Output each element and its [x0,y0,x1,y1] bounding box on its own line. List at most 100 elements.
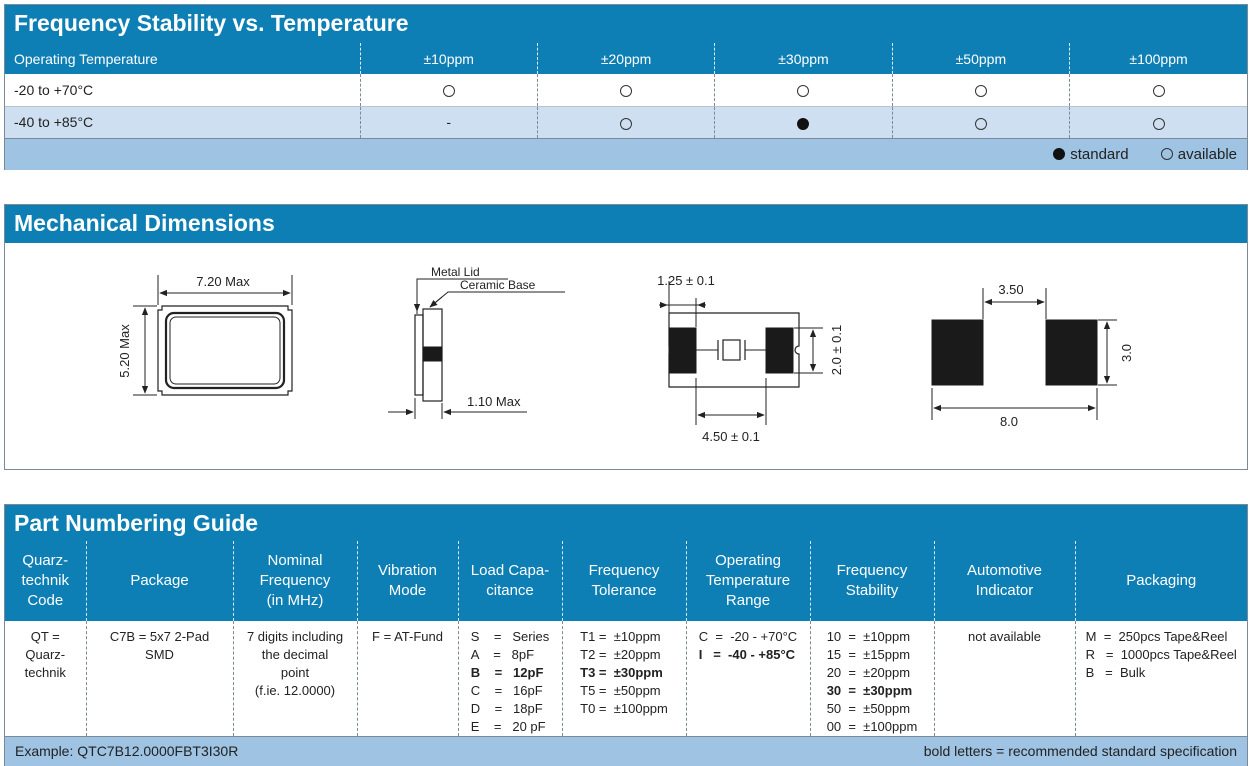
filled-circle-icon [1053,148,1066,161]
option-line: E = 20 pF [470,719,546,734]
option-line: Quarz- [25,647,66,662]
filled-circle-icon [797,117,810,130]
part-column-options: 10 = ±10ppm 15 = ±15ppm 20 = ±20ppm 30 = ±3… [809,621,934,736]
part-column-header: Load Capa-citance [457,541,562,621]
part-column-header-line: Tolerance [591,582,657,599]
mechanical-title: Mechanical Dimensions [5,205,1247,243]
part-numbering-table: Quarz-technik Code Package Nominal Frequency… [5,541,1247,736]
option-line: M = 250pcs Tape&Reel [1085,629,1228,644]
part-column-options: 7 digits including the decimal point (f.ie.… [232,621,357,736]
stability-cell [714,74,893,107]
option-line: 10 = ±10ppm [826,629,911,644]
option-line: (f.ie. 12.0000) [254,683,336,698]
part-column-header: Quarz-technik Code [5,541,86,621]
option-line: QT = [30,629,60,644]
temperature-label: -20 to +70°C [5,74,360,107]
part-column-options: C = -20 - +70°C I = -40 - +85°C [685,621,810,736]
pad-height-dim-label: 2.0 ± 0.1 [829,325,844,376]
option-line: the decimal [261,647,329,662]
part-column-header-line: Stability [845,582,899,599]
part-column-header: Vibration Mode [356,541,458,621]
width-dim-label: 7.20 Max [196,274,250,289]
part-column-options: QT = Quarz-technik [5,621,86,736]
stability-section: Frequency Stability vs. Temperature Oper… [4,4,1248,170]
stability-cell [536,74,715,107]
part-column-header-line: Temperature [705,572,791,589]
example-text: Example: QTC7B12.0000FBT3I30R [15,743,239,759]
part-column-header-line: (in MHz) [266,592,324,609]
option-line: S = Series [470,629,550,644]
option-line: T1 = ±10ppm [580,629,661,644]
stability-row: -20 to +70°C [5,74,1247,107]
part-column-header-line: Quarz- [22,552,69,569]
open-circle-icon [797,85,810,98]
stability-row: -40 to +85°C - [5,106,1247,138]
mechanical-section: Mechanical Dimensions 7.20 Max 5.20 Max [4,204,1248,470]
stability-header-cell: Operating Temperature [5,43,360,74]
option-list: not available [935,628,1075,646]
stability-legend: standard available [5,138,1247,170]
stability-cell [891,106,1070,138]
option-line: F = AT-Fund [372,629,443,644]
stability-cell: - [359,106,538,138]
part-column-header-line: Range [725,592,771,609]
open-circle-icon [1152,85,1165,98]
option-line: T5 = ±50ppm [580,683,661,698]
land-pattern [931,288,1117,420]
stability-cell [536,106,715,138]
option-line: C = 16pF [470,683,543,698]
option-list: 10 = ±10ppm 15 = ±15ppm 20 = ±20ppm 30 = ±3… [827,628,918,736]
part-column-header-line: Nominal [267,552,323,569]
part-numbering-header-row: Quarz-technik Code Package Nominal Frequency… [5,541,1247,621]
pad-spacing-dim-label: 4.50 ± 0.1 [702,429,760,444]
option-list: C7B = 5x7 2-Pad SMD [87,628,233,664]
bold-note-text: bold letters = recommended standard spec… [923,743,1237,759]
part-column-options: C7B = 5x7 2-Pad SMD [85,621,233,736]
part-column-options: S = Series A = 8pF B = 12pF C = 16pF D = 18p… [457,621,562,736]
stability-header-cell: ±100ppm [1069,43,1247,74]
option-line: 20 = ±20ppm [826,665,911,680]
part-column-header: Package [85,541,233,621]
stability-header-cell: ±10ppm [359,43,538,74]
part-numbering-section: Part Numbering Guide Quarz-technik Code Pa… [4,504,1248,766]
option-line: 15 = ±15ppm [826,647,911,662]
option-line: point [280,665,310,680]
option-list: C = -20 - +70°C I = -40 - +85°C [699,628,797,664]
legend-standard: standard [1070,146,1129,163]
part-numbering-title: Part Numbering Guide [5,505,1247,541]
part-column-header-line: Automotive [966,562,1043,579]
option-line: C = -20 - +70°C [698,629,798,644]
option-list: M = 250pcs Tape&Reel R = 1000pcs Tape&Ree… [1086,628,1237,682]
stability-title: Frequency Stability vs. Temperature [5,5,1247,43]
stability-header-cell: ±30ppm [714,43,893,74]
part-column-header-line: citance [486,582,534,599]
part-column-header: Frequency Stability [809,541,934,621]
open-circle-icon [620,85,633,98]
option-list: T1 = ±10ppm T2 = ±20ppm T3 = ±30ppm T5 = ±5… [580,628,668,718]
option-line: 30 = ±30ppm [826,683,913,698]
part-column-header-line: Package [130,572,189,589]
open-circle-icon [1160,148,1173,161]
part-column-header-line: Frequency [588,562,660,579]
part-column-options: M = 250pcs Tape&Reel R = 1000pcs Tape&Ree… [1074,621,1247,736]
part-column-header-line: Vibration [378,562,437,579]
option-line: T2 = ±20ppm [580,647,661,662]
part-column-header: Nominal Frequency (in MHz) [232,541,357,621]
pad-width-dim-label: 1.25 ± 0.1 [657,273,715,288]
option-line: SMD [145,647,174,662]
bottom-view [659,281,823,425]
option-line: 50 = ±50ppm [826,701,911,716]
stability-header-row: Operating Temperature ±10ppm ±20ppm ±30p… [5,43,1247,74]
ceramic-base-label: Ceramic Base [460,278,536,292]
stability-table: Operating Temperature ±10ppm ±20ppm ±30p… [5,43,1247,138]
option-list: F = AT-Fund [358,628,458,646]
part-column-header-line: Code [27,592,64,609]
option-line: B = 12pF [470,665,544,680]
option-line: not available [968,629,1041,644]
option-list: S = Series A = 8pF B = 12pF C = 16pF D = 18p… [471,628,549,736]
part-column-header-line: Load Capa- [470,562,550,579]
part-column-header-line: Frequency [259,572,331,589]
mechanical-drawing: 7.20 Max 5.20 Max Metal Lid Ceramic Base… [117,265,1134,444]
part-column-options: F = AT-Fund [356,621,458,736]
temperature-label: -40 to +85°C [5,106,360,138]
